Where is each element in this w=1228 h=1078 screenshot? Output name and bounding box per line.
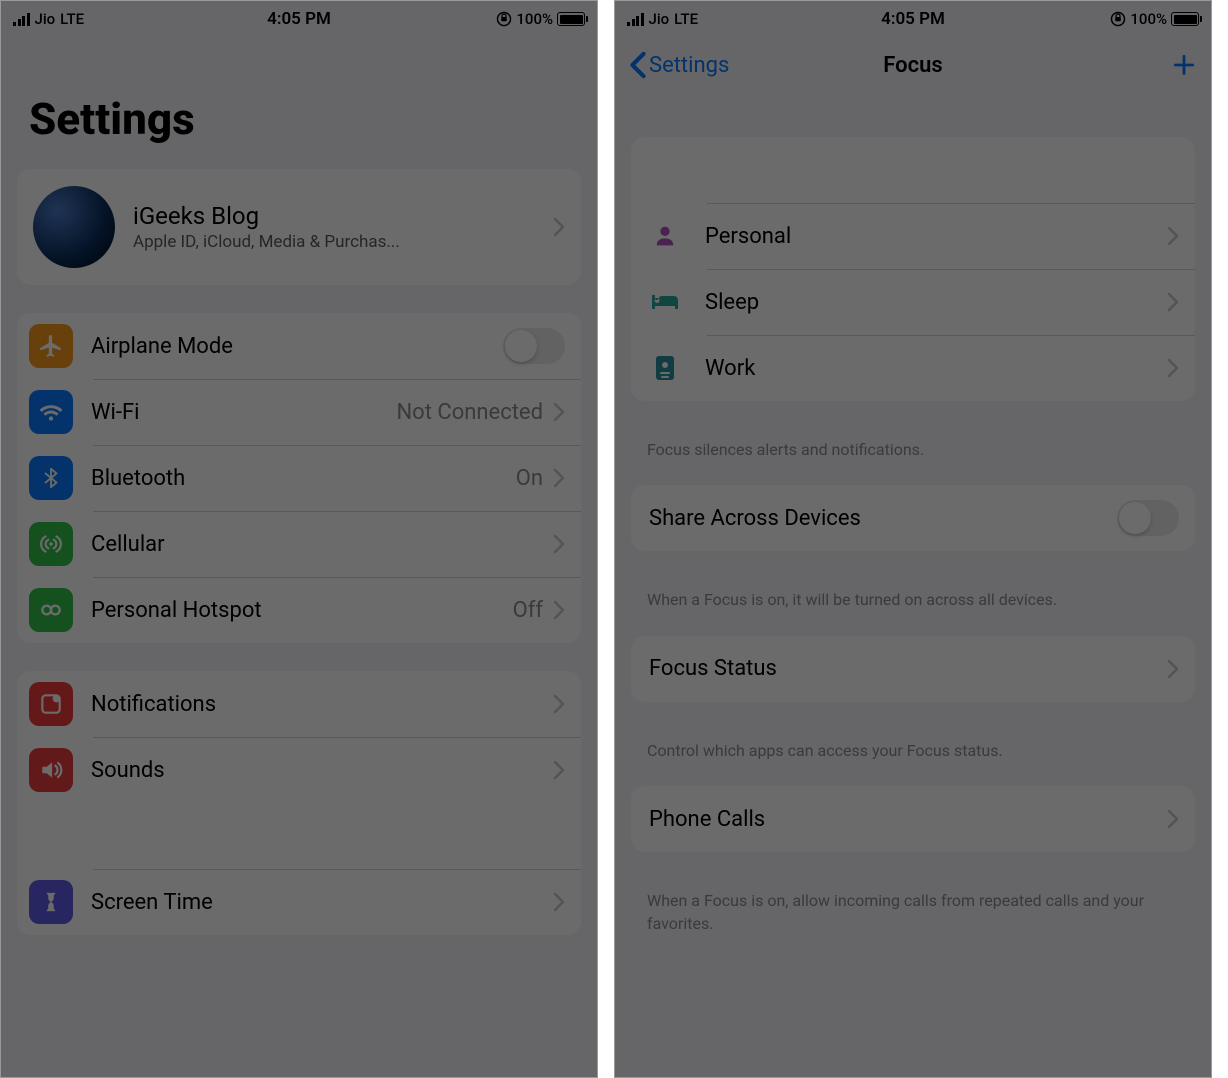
wifi-icon <box>29 390 73 434</box>
bluetooth-icon <box>29 456 73 500</box>
bed-icon <box>643 280 687 324</box>
network-label: LTE <box>60 10 84 28</box>
profile-name: iGeeks Blog <box>133 202 553 230</box>
notifications-icon <box>29 682 73 726</box>
carrier-label: Jio <box>35 10 56 28</box>
chevron-right-icon <box>1167 809 1179 829</box>
airplane-toggle[interactable] <box>503 328 565 364</box>
chevron-right-icon <box>553 468 565 488</box>
status-bar: Jio LTE 4:05 PM 100% <box>1 1 597 37</box>
attention-group: Notifications Sounds . Screen Time <box>17 671 581 935</box>
battery-pct: 100% <box>516 10 553 28</box>
chevron-right-icon <box>553 892 565 912</box>
time-label: 4:05 PM <box>204 9 395 29</box>
notifications-row[interactable]: Notifications <box>17 671 581 737</box>
hotspot-label: Personal Hotspot <box>91 598 513 623</box>
time-label: 4:05 PM <box>818 9 1009 29</box>
sounds-row[interactable]: Sounds <box>17 737 581 803</box>
personal-row[interactable]: Personal <box>631 203 1195 269</box>
orientation-lock-icon <box>496 11 512 27</box>
screentime-label: Screen Time <box>91 890 553 915</box>
share-label: Share Across Devices <box>649 506 1117 531</box>
airplane-icon <box>29 324 73 368</box>
bluetooth-value: On <box>516 466 543 491</box>
hotspot-row[interactable]: Personal Hotspot Off <box>17 577 581 643</box>
focus-status-row[interactable]: Focus Status <box>631 636 1195 702</box>
hotspot-icon <box>29 588 73 632</box>
battery-pct: 100% <box>1130 10 1167 28</box>
cellular-icon <box>29 522 73 566</box>
battery-icon <box>557 12 585 26</box>
back-label: Settings <box>649 53 729 78</box>
wifi-label: Wi-Fi <box>91 400 396 425</box>
signal-icon <box>627 12 644 26</box>
carrier-label: Jio <box>649 10 670 28</box>
work-row[interactable]: Work <box>631 335 1195 401</box>
cellular-row[interactable]: Cellular <box>17 511 581 577</box>
sleep-row[interactable]: Sleep <box>631 269 1195 335</box>
signal-icon <box>13 12 30 26</box>
sounds-label: Sounds <box>91 758 553 783</box>
share-footer: When a Focus is on, it will be turned on… <box>615 579 1211 635</box>
hotspot-value: Off <box>513 598 543 623</box>
bluetooth-label: Bluetooth <box>91 466 516 491</box>
share-group: Share Across Devices <box>631 485 1195 551</box>
wifi-value: Not Connected <box>396 400 543 425</box>
chevron-right-icon <box>553 217 565 237</box>
navbar: Settings Focus <box>615 37 1211 93</box>
phone-calls-group: Phone Calls <box>631 786 1195 852</box>
sounds-icon <box>29 748 73 792</box>
status-bar: Jio LTE 4:05 PM 100% <box>615 1 1211 37</box>
apple-id-row[interactable]: iGeeks Blog Apple ID, iCloud, Media & Pu… <box>17 169 581 285</box>
notifications-label: Notifications <box>91 692 553 717</box>
share-toggle[interactable] <box>1117 500 1179 536</box>
focus-modes-group: . Personal Sleep Work <box>631 137 1195 401</box>
chevron-right-icon <box>1167 358 1179 378</box>
apple-id-group: iGeeks Blog Apple ID, iCloud, Media & Pu… <box>17 169 581 285</box>
chevron-right-icon <box>1167 659 1179 679</box>
profile-desc: Apple ID, iCloud, Media & Purchas... <box>133 232 553 252</box>
badge-icon <box>643 346 687 390</box>
chevron-right-icon <box>553 534 565 554</box>
settings-screen: Jio LTE 4:05 PM 100% Settings iGeeks Blo… <box>0 0 598 1078</box>
page-title: Settings <box>1 37 597 169</box>
bluetooth-row[interactable]: Bluetooth On <box>17 445 581 511</box>
chevron-right-icon <box>553 694 565 714</box>
calls-footer: When a Focus is on, allow incoming calls… <box>615 880 1211 959</box>
back-button[interactable]: Settings <box>629 51 818 79</box>
chevron-right-icon <box>553 600 565 620</box>
cellular-label: Cellular <box>91 532 553 557</box>
focus-screen: Jio LTE 4:05 PM 100% Settings Focus <box>614 0 1212 1078</box>
chevron-right-icon <box>553 402 565 422</box>
screentime-icon <box>29 880 73 924</box>
connectivity-group: Airplane Mode Wi-Fi Not Connected Blueto… <box>17 313 581 643</box>
chevron-right-icon <box>1167 226 1179 246</box>
orientation-lock-icon <box>1110 11 1126 27</box>
chevron-right-icon <box>1167 292 1179 312</box>
sleep-label: Sleep <box>705 290 1167 315</box>
chevron-right-icon <box>553 760 565 780</box>
avatar <box>33 186 115 268</box>
network-label: LTE <box>674 10 698 28</box>
share-row[interactable]: Share Across Devices <box>631 485 1195 551</box>
wifi-row[interactable]: Wi-Fi Not Connected <box>17 379 581 445</box>
screentime-row[interactable]: Screen Time <box>17 869 581 935</box>
phone-calls-label: Phone Calls <box>649 807 1167 832</box>
page-title: Focus <box>818 53 1007 78</box>
focus-status-label: Focus Status <box>649 656 1167 681</box>
phone-calls-row[interactable]: Phone Calls <box>631 786 1195 852</box>
person-icon <box>643 214 687 258</box>
airplane-mode-row[interactable]: Airplane Mode <box>17 313 581 379</box>
personal-label: Personal <box>705 224 1167 249</box>
focus-status-group: Focus Status <box>631 636 1195 702</box>
modes-footer: Focus silences alerts and notifications. <box>615 429 1211 485</box>
work-label: Work <box>705 356 1167 381</box>
status-footer: Control which apps can access your Focus… <box>615 730 1211 786</box>
add-focus-button[interactable] <box>1008 52 1197 78</box>
airplane-label: Airplane Mode <box>91 334 503 359</box>
battery-icon <box>1171 12 1199 26</box>
